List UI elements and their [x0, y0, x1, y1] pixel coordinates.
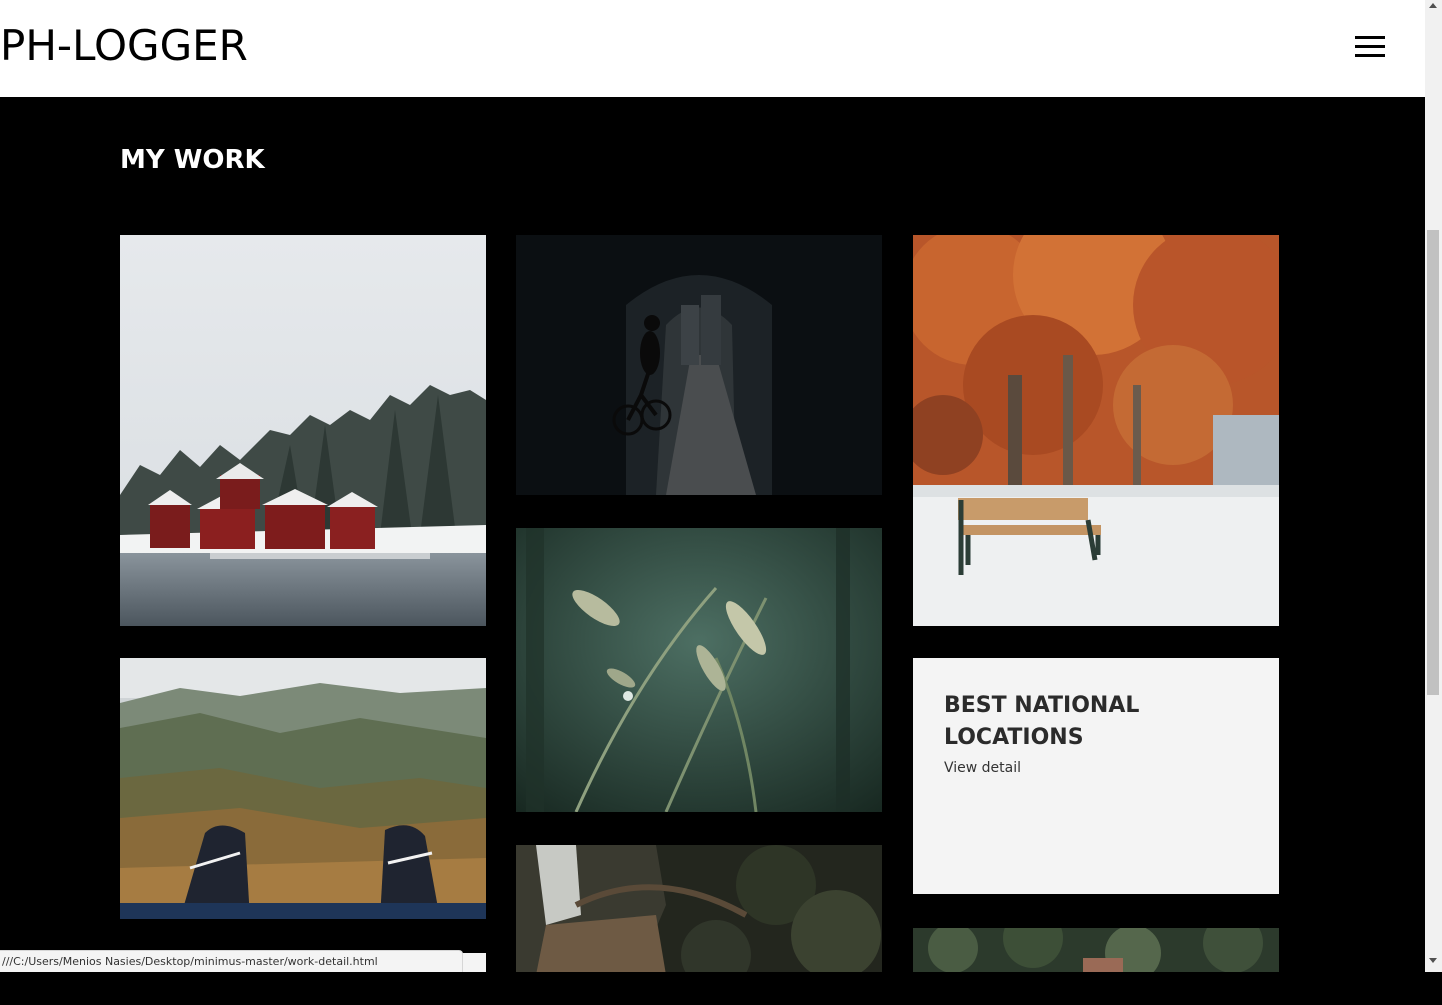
mountain-sneakers-image	[120, 658, 486, 919]
browser-status-url: ///C:/Users/Menios Nasies/Desktop/minimu…	[0, 950, 463, 972]
work-section: MY WORK BEST NATIONAL LOCATIONS View det…	[0, 97, 1425, 972]
page-scrollbar[interactable]	[1425, 0, 1442, 972]
work-tile-autumn-bench[interactable]	[913, 235, 1279, 626]
work-tile-grass-dew[interactable]	[516, 528, 882, 812]
work-tile-waterfall[interactable]	[516, 845, 882, 972]
hamburger-menu-icon[interactable]	[1355, 36, 1385, 60]
section-title: MY WORK	[120, 145, 265, 175]
dark-alley-image	[516, 235, 882, 495]
snowy-village-image	[120, 235, 486, 626]
window-bottom-edge	[0, 972, 1442, 1005]
scroll-down-arrow-icon[interactable]	[1429, 958, 1437, 963]
menu-bar	[1355, 36, 1385, 39]
work-tile-dark-alley[interactable]	[516, 235, 882, 495]
scroll-up-arrow-icon[interactable]	[1429, 3, 1437, 8]
menu-bar	[1355, 54, 1385, 57]
work-tile-forest[interactable]	[913, 928, 1279, 972]
menu-bar	[1355, 45, 1385, 48]
work-tile-mountain-sneakers[interactable]	[120, 658, 486, 919]
scrollbar-thumb[interactable]	[1427, 230, 1439, 695]
forest-image	[913, 928, 1279, 972]
view-detail-link[interactable]: View detail	[944, 760, 1021, 776]
card-title: BEST NATIONAL LOCATIONS	[944, 693, 1140, 750]
work-card-national-locations[interactable]: BEST NATIONAL LOCATIONS View detail	[913, 658, 1279, 894]
site-logo[interactable]: PH-LOGGER	[0, 18, 248, 74]
grass-dew-image	[516, 528, 882, 812]
waterfall-image	[516, 845, 882, 972]
work-tile-snowy-village[interactable]	[120, 235, 486, 626]
autumn-bench-image	[913, 235, 1279, 626]
site-header: PH-LOGGER	[0, 0, 1425, 97]
